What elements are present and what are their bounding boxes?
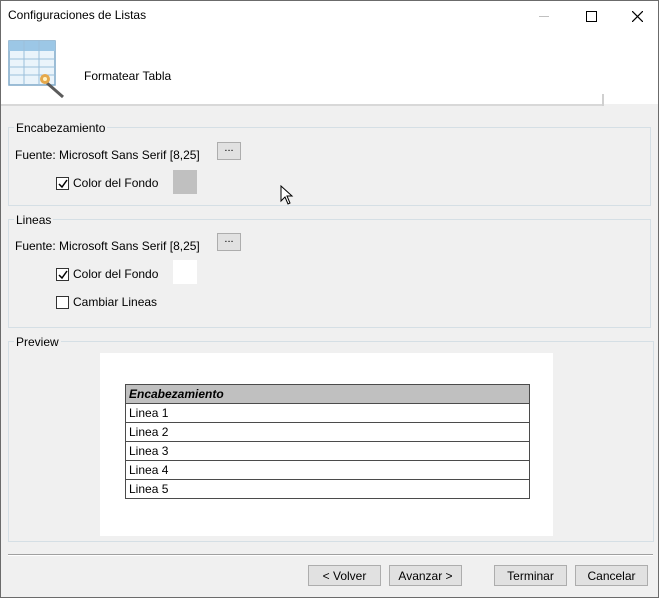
table-row: Linea 3 bbox=[125, 441, 530, 461]
encabezamiento-group bbox=[8, 127, 651, 206]
next-button[interactable]: Avanzar > bbox=[389, 565, 462, 586]
table-row: Linea 1 bbox=[125, 403, 530, 423]
table-row: Linea 5 bbox=[125, 479, 530, 499]
encabezamiento-bg-color-checkbox[interactable] bbox=[56, 177, 69, 190]
lineas-font-button[interactable]: ... bbox=[217, 233, 241, 251]
close-button[interactable] bbox=[614, 1, 659, 31]
checkmark-icon bbox=[58, 179, 68, 189]
table-row: Linea 4 bbox=[125, 460, 530, 480]
preview-group-title: Preview bbox=[14, 335, 61, 349]
lineas-font-label: Fuente: Microsoft Sans Serif [8,25] bbox=[15, 239, 200, 253]
header-divider-tick bbox=[602, 94, 604, 106]
lineas-bg-color-swatch[interactable] bbox=[173, 260, 197, 284]
header-label: Formatear Tabla bbox=[84, 69, 172, 83]
lineas-bg-color-label: Color del Fondo bbox=[73, 267, 159, 281]
dialog-window: Configuraciones de Listas Formatear Tabl… bbox=[0, 0, 659, 598]
maximize-icon bbox=[585, 10, 597, 22]
window-title: Configuraciones de Listas bbox=[8, 8, 147, 22]
title-bar: Configuraciones de Listas bbox=[1, 1, 658, 31]
encabezamiento-bg-color-swatch[interactable] bbox=[173, 170, 197, 194]
preview-row-cell: Linea 4 bbox=[125, 460, 530, 480]
checkmark-icon bbox=[58, 270, 68, 280]
close-icon bbox=[631, 10, 643, 22]
table-settings-icon bbox=[8, 40, 64, 99]
preview-row-cell: Linea 3 bbox=[125, 441, 530, 461]
maximize-button[interactable] bbox=[568, 1, 614, 31]
finish-button[interactable]: Terminar bbox=[494, 565, 567, 586]
cancel-button[interactable]: Cancelar bbox=[575, 565, 648, 586]
encabezamiento-font-button[interactable]: ... bbox=[217, 142, 241, 160]
change-lines-label: Cambiar Lineas bbox=[73, 295, 158, 309]
table-row: Linea 2 bbox=[125, 422, 530, 442]
preview-row-cell: Linea 1 bbox=[125, 403, 530, 423]
preview-row-cell: Linea 2 bbox=[125, 422, 530, 442]
preview-header-cell: Encabezamiento bbox=[125, 384, 530, 404]
encabezamiento-font-label: Fuente: Microsoft Sans Serif [8,25] bbox=[15, 148, 200, 162]
preview-table: Encabezamiento Linea 1 Linea 2 Linea 3 L… bbox=[125, 384, 530, 499]
preview-header-row: Encabezamiento bbox=[125, 384, 530, 404]
lineas-bg-color-checkbox[interactable] bbox=[56, 268, 69, 281]
minimize-button[interactable] bbox=[521, 1, 567, 31]
mouse-cursor-icon bbox=[280, 185, 294, 205]
encabezamiento-group-title: Encabezamiento bbox=[14, 121, 108, 135]
back-button[interactable]: < Volver bbox=[308, 565, 381, 586]
header-divider bbox=[1, 104, 602, 106]
minimize-icon bbox=[539, 15, 549, 17]
encabezamiento-bg-color-label: Color del Fondo bbox=[73, 176, 159, 190]
footer-separator bbox=[8, 554, 653, 556]
lineas-group-title: Lineas bbox=[14, 213, 54, 227]
change-lines-checkbox[interactable] bbox=[56, 296, 69, 309]
preview-row-cell: Linea 5 bbox=[125, 479, 530, 499]
wizard-header: Formatear Tabla bbox=[1, 31, 658, 104]
